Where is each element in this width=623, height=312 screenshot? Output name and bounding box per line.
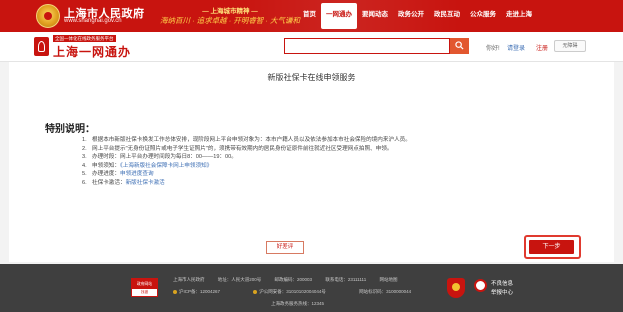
sub-header: 全国一体化在线政务服务平台 上海一网通办 你好! 请登录 注册 无障碍 bbox=[0, 32, 623, 62]
police-badge-icon[interactable] bbox=[447, 278, 465, 298]
nav-interaction[interactable]: 政民互动 bbox=[429, 0, 465, 32]
list-item: 4. 申领须知：《上海新版社会保障卡网上申领须知》 bbox=[82, 162, 213, 169]
footer: 政府网站 找错 上海市人民政府 地址：人民大道200号 邮政编码：200003 … bbox=[0, 264, 623, 312]
main-content: 新版社保卡在线申领服务 特别说明： 1. 根据本市新版社保卡换发工作总体安排，现阶… bbox=[9, 62, 614, 262]
top-header: 上海市人民政府 www.shanghai.gov.cn — 上海城市精神 — 海… bbox=[0, 0, 623, 32]
footer-info-row: 上海市人民政府 地址：人民大道200号 邮政编码：200003 联系电话：231… bbox=[173, 277, 398, 282]
list-item: 1. 根据本市新版社保卡换发工作总体安排，现阶段网上平台申领对象为：本市户籍人员以… bbox=[82, 137, 411, 143]
police-record-icon bbox=[253, 289, 258, 294]
nav-home[interactable]: 首页 bbox=[298, 0, 321, 32]
footer-license-row: 沪ICP备：12004267 沪公网安备：31010102004044号 网站标… bbox=[173, 289, 427, 295]
progress-query-link[interactable]: 申领进度查询 bbox=[120, 171, 154, 177]
search-icon bbox=[455, 41, 464, 50]
report-center-label-2[interactable]: 举报中心 bbox=[491, 288, 513, 296]
nav-public-service[interactable]: 公众服务 bbox=[465, 0, 501, 32]
national-emblem-icon[interactable] bbox=[36, 4, 60, 28]
application-notice-link[interactable]: 《上海新版社会保障卡网上申领须知》 bbox=[120, 163, 212, 169]
hotline-text: 上海政务服务热线：12345 bbox=[271, 301, 325, 306]
list-item: 3. 办理时段：网上平台办理时间段为每日8：00——19：00。 bbox=[82, 154, 237, 161]
logo-tagline: 全国一体化在线政务服务平台 bbox=[53, 35, 116, 42]
search-button[interactable] bbox=[450, 38, 469, 54]
notice-list: 1. 根据本市新版社保卡换发工作总体安排，现阶段网上平台申领对象为：本市户籍人员以… bbox=[82, 136, 411, 188]
main-nav: 首页 一网通办 要闻动态 政务公开 政民互动 公众服务 走进上海 bbox=[298, 0, 537, 32]
card-activation-link[interactable]: 新版社保卡激活 bbox=[126, 180, 165, 186]
list-item: 5. 办理进度：申领进度查询 bbox=[82, 171, 154, 178]
nav-news[interactable]: 要闻动态 bbox=[357, 0, 393, 32]
search-input[interactable] bbox=[284, 38, 450, 54]
report-center-icon[interactable] bbox=[474, 279, 487, 292]
slogan-heading: — 上海城市精神 — bbox=[202, 8, 258, 15]
register-link[interactable]: 注册 bbox=[536, 43, 548, 52]
city-spirit-slogan: 海纳百川 · 追求卓越 · 开明睿智 · 大气谦和 bbox=[160, 16, 300, 25]
greeting-text: 你好! bbox=[486, 46, 500, 52]
report-center-label[interactable]: 不良信息 bbox=[491, 279, 513, 287]
site-url: www.shanghai.gov.cn bbox=[64, 18, 122, 24]
gov-site-error-badge[interactable]: 政府网站 找错 bbox=[131, 278, 158, 297]
police-record-link[interactable]: 沪公网安备：31010102004044号 bbox=[253, 289, 342, 294]
nav-gov-open[interactable]: 政务公开 bbox=[393, 0, 429, 32]
rating-button[interactable]: 好差评 bbox=[266, 241, 304, 254]
accessibility-button[interactable]: 无障碍 bbox=[554, 40, 586, 52]
nav-about-shanghai[interactable]: 走进上海 bbox=[501, 0, 537, 32]
icp-icon bbox=[173, 289, 177, 294]
sitemap-link[interactable]: 网站地图 bbox=[379, 277, 397, 282]
page-title: 新版社保卡在线申领服务 bbox=[267, 73, 356, 82]
login-link[interactable]: 请登录 bbox=[507, 43, 525, 52]
logo-name[interactable]: 上海一网通办 bbox=[53, 43, 131, 60]
list-item: 2. 网上平台提示"无身份证照片或电子学生证照片"的，须携带有效期内的居民身份证原… bbox=[82, 145, 393, 152]
next-step-button[interactable]: 下一步 bbox=[529, 240, 574, 254]
list-item: 6. 社保卡激活：新版社保卡激活 bbox=[82, 179, 165, 186]
notice-heading: 特别说明： bbox=[45, 124, 95, 135]
yiwangtongban-logo-icon[interactable] bbox=[34, 37, 49, 56]
icp-link[interactable]: 沪ICP备：12004267 bbox=[173, 289, 236, 294]
site-id-text: 网站标识码：3100000044 bbox=[359, 289, 412, 294]
nav-yiwangtongban[interactable]: 一网通办 bbox=[321, 3, 357, 29]
